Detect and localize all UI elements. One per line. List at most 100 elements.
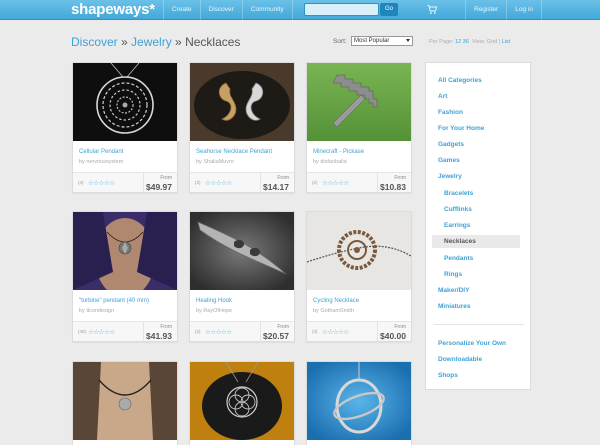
product-price: $41.93: [146, 331, 172, 341]
sidebar-item-games[interactable]: Games: [438, 157, 460, 164]
view-list[interactable]: List: [502, 39, 511, 45]
sidebar-item-fashion[interactable]: Fashion: [438, 109, 463, 116]
product-footer: (2) ☆☆☆☆☆ From $10.83: [307, 172, 411, 193]
search-go-button[interactable]: Go: [380, 3, 398, 16]
product-card[interactable]: Cellular Pendant by nervoussystem (4) ☆☆…: [72, 62, 178, 193]
product-title[interactable]: Healing Hook: [196, 298, 232, 304]
sidebar-item-all-categories[interactable]: All Categories: [438, 77, 482, 84]
sidebar-item-shops[interactable]: Shops: [438, 372, 458, 379]
rating-stars-icon: ☆☆☆☆☆: [205, 180, 232, 187]
rating-stars-icon: ☆☆☆☆☆: [322, 329, 349, 336]
breadcrumb-jewelry[interactable]: Jewelry: [131, 35, 172, 49]
product-price: $10.83: [380, 182, 406, 192]
per-page-36[interactable]: 36: [463, 39, 469, 45]
product-price: $20.57: [263, 331, 289, 341]
product-image-turbine-pendant[interactable]: [73, 212, 177, 290]
nav-community-link[interactable]: Community: [241, 0, 293, 20]
product-card[interactable]: Cycling Necklace by GothamSmith (3) ☆☆☆☆…: [306, 211, 412, 342]
price-from-label: From: [160, 175, 172, 181]
sidebar-item-necklaces[interactable]: Necklaces: [432, 235, 520, 248]
sidebar-item-maker-diy[interactable]: Maker/DIY: [438, 287, 469, 294]
product-author[interactable]: by disfanbalia: [313, 159, 347, 165]
product-card[interactable]: [306, 361, 412, 445]
product-image-cycling-necklace[interactable]: [307, 212, 411, 290]
sidebar-item-pendants[interactable]: Pendants: [444, 255, 473, 262]
product-author[interactable]: by RayOfHope: [196, 308, 232, 314]
divider: [260, 173, 261, 193]
product-price: $14.17: [263, 182, 289, 192]
nav-discover-link[interactable]: Discover: [199, 0, 242, 20]
register-link[interactable]: Register: [465, 0, 506, 20]
review-count: (40): [78, 329, 87, 334]
view-separator: |: [498, 39, 501, 45]
product-title[interactable]: Cycling Necklace: [313, 298, 359, 304]
breadcrumb-current: Necklaces: [185, 35, 241, 49]
product-title[interactable]: "turbine" pendant (40 mm): [79, 298, 149, 304]
product-author[interactable]: by nervoussystem: [79, 159, 123, 165]
product-footer: (4) ☆☆☆☆☆ From $49.97: [73, 172, 177, 193]
divider: [143, 322, 144, 342]
product-price: $49.97: [146, 182, 172, 192]
product-card[interactable]: Minecraft - Pickase by disfanbalia (2) ☆…: [306, 62, 412, 193]
product-author[interactable]: by tlcondesign: [79, 308, 114, 314]
product-title[interactable]: Cellular Pendant: [79, 149, 123, 155]
product-image-orbit-pendant[interactable]: [307, 362, 411, 440]
sidebar-divider: [434, 324, 524, 325]
product-author[interactable]: by GothamSmith: [313, 308, 354, 314]
cart-icon[interactable]: [427, 4, 437, 15]
breadcrumb: Discover » Jewelry » Necklaces: [71, 35, 240, 49]
sidebar-item-for-your-home[interactable]: For Your Home: [438, 125, 484, 132]
product-footer: (2) ☆☆☆☆☆ From $20.57: [190, 321, 294, 342]
sidebar-item-art[interactable]: Art: [438, 93, 447, 100]
product-image-cellular-pendant[interactable]: [73, 63, 177, 141]
product-image-minecraft-pickaxe[interactable]: [307, 63, 411, 141]
product-title[interactable]: Seahorse Necklace Pendant: [196, 149, 272, 155]
per-page-label: Per Page:: [429, 39, 454, 45]
nav-create-link[interactable]: Create: [163, 0, 200, 20]
sort-select[interactable]: Most Popular: [351, 36, 413, 46]
top-navigation-bar: shapeways* Create Discover Community Go …: [0, 0, 600, 20]
product-footer: (40) ☆☆☆☆☆ From $41.93: [73, 321, 177, 342]
sidebar-item-bracelets[interactable]: Bracelets: [444, 190, 473, 197]
sidebar-item-downloadable[interactable]: Downloadable: [438, 356, 482, 363]
product-card[interactable]: Healing Hook by RayOfHope (2) ☆☆☆☆☆ From…: [189, 211, 295, 342]
view-grid[interactable]: Grid: [487, 39, 497, 45]
category-sidebar: All Categories Art Fashion For Your Home…: [425, 62, 531, 390]
product-card[interactable]: [189, 361, 295, 445]
account-nav: Register Log in: [465, 0, 542, 20]
rating-stars-icon: ☆☆☆☆☆: [322, 180, 349, 187]
breadcrumb-separator: »: [117, 35, 132, 49]
breadcrumb-discover[interactable]: Discover: [71, 35, 118, 49]
product-card[interactable]: [72, 361, 178, 445]
product-card[interactable]: Seahorse Necklace Pendant by ShaliaMuvro…: [189, 62, 295, 193]
price-from-label: From: [160, 324, 172, 330]
sidebar-item-gadgets[interactable]: Gadgets: [438, 141, 464, 148]
sidebar-item-rings[interactable]: Rings: [444, 271, 462, 278]
chevron-down-icon: [406, 39, 410, 42]
product-image-flower-of-life-pendant[interactable]: [190, 362, 294, 440]
search-input[interactable]: [304, 3, 379, 16]
review-count: (2): [312, 180, 318, 185]
product-image-seahorse-pendant[interactable]: [190, 63, 294, 141]
price-from-label: From: [394, 175, 406, 181]
per-page-12[interactable]: 12: [455, 39, 461, 45]
product-image-leather-cord-pendant[interactable]: [73, 362, 177, 440]
sidebar-item-personalize[interactable]: Personalize Your Own: [438, 340, 506, 347]
product-card[interactable]: "turbine" pendant (40 mm) by tlcondesign…: [72, 211, 178, 342]
main-nav: Create Discover Community: [163, 0, 293, 20]
review-count: (2): [195, 180, 201, 185]
sidebar-item-miniatures[interactable]: Miniatures: [438, 303, 471, 310]
sidebar-item-earrings[interactable]: Earrings: [444, 222, 470, 229]
product-author[interactable]: by ShaliaMuvro: [196, 159, 234, 165]
sidebar-item-cufflinks[interactable]: Cufflinks: [444, 206, 472, 213]
login-link[interactable]: Log in: [506, 0, 542, 20]
product-footer: (2) ☆☆☆☆☆ From $14.17: [190, 172, 294, 193]
shapeways-logo[interactable]: shapeways*: [71, 1, 155, 18]
sidebar-item-jewelry[interactable]: Jewelry: [438, 173, 462, 180]
product-image-healing-hook[interactable]: [190, 212, 294, 290]
sort-selected-value: Most Popular: [354, 38, 390, 44]
product-title[interactable]: Minecraft - Pickase: [313, 149, 364, 155]
divider: [377, 322, 378, 342]
review-count: (2): [195, 329, 201, 334]
breadcrumb-separator: »: [171, 35, 186, 49]
